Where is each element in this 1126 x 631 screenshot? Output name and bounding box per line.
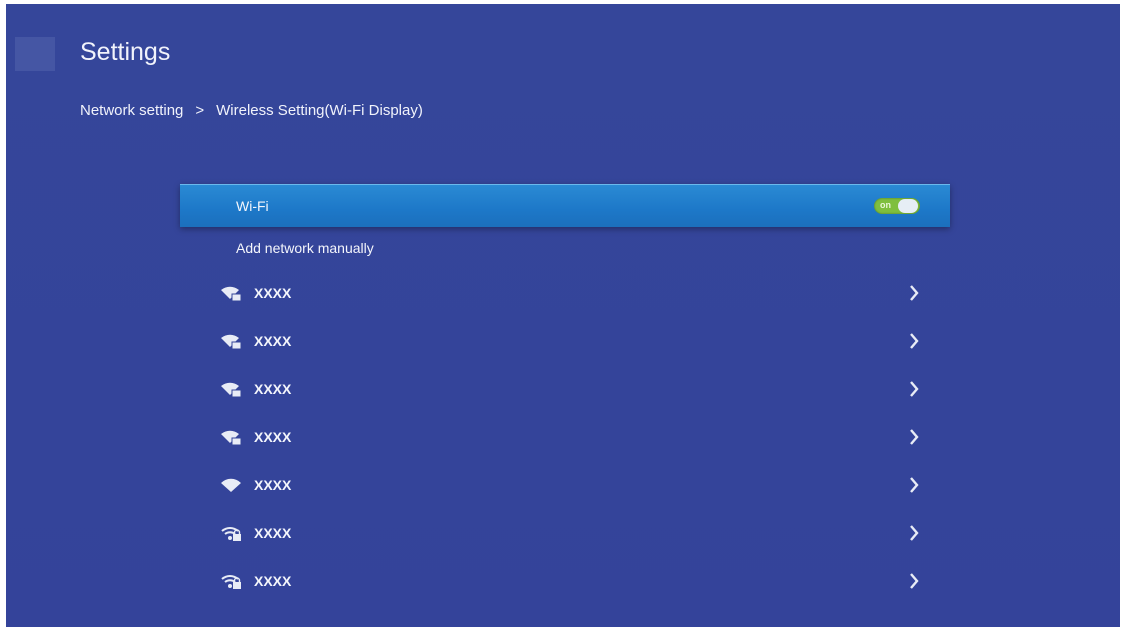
network-name: XXXX bbox=[254, 525, 292, 541]
network-list: XXXX XXXX XXXX XXXX XXXX XXXX XXXX bbox=[180, 269, 950, 605]
chevron-right-icon[interactable] bbox=[908, 428, 920, 446]
network-row[interactable]: XXXX bbox=[180, 269, 950, 317]
network-name: XXXX bbox=[254, 429, 292, 445]
app-logo bbox=[15, 37, 55, 71]
add-network-label: Add network manually bbox=[236, 240, 374, 256]
wifi-locked-icon bbox=[220, 381, 242, 397]
chevron-right-icon[interactable] bbox=[908, 572, 920, 590]
wifi-lock-icon bbox=[220, 525, 242, 541]
wifi-label: Wi-Fi bbox=[236, 198, 269, 214]
breadcrumb: Network setting > Wireless Setting(Wi-Fi… bbox=[80, 102, 423, 119]
wifi-locked-icon bbox=[220, 333, 242, 349]
network-name: XXXX bbox=[254, 285, 292, 301]
chevron-right-icon[interactable] bbox=[908, 524, 920, 542]
wifi-lock-icon bbox=[220, 573, 242, 589]
network-row[interactable]: XXXX bbox=[180, 365, 950, 413]
network-row[interactable]: XXXX bbox=[180, 509, 950, 557]
chevron-right-icon[interactable] bbox=[908, 380, 920, 398]
wifi-toggle-row[interactable]: Wi-Fi on bbox=[180, 184, 950, 227]
wifi-toggle[interactable]: on bbox=[874, 198, 920, 214]
network-row[interactable]: XXXX bbox=[180, 557, 950, 605]
network-row[interactable]: XXXX bbox=[180, 413, 950, 461]
chevron-right-icon[interactable] bbox=[908, 284, 920, 302]
page-title: Settings bbox=[80, 38, 171, 66]
network-row[interactable]: XXXX bbox=[180, 461, 950, 509]
breadcrumb-parent[interactable]: Network setting bbox=[80, 102, 183, 119]
toggle-knob bbox=[898, 199, 918, 213]
chevron-right-icon[interactable] bbox=[908, 476, 920, 494]
network-name: XXXX bbox=[254, 333, 292, 349]
tv-settings-screen: Settings Network setting > Wireless Sett… bbox=[6, 4, 1120, 627]
wifi-locked-icon bbox=[220, 285, 242, 301]
network-name: XXXX bbox=[254, 573, 292, 589]
network-row[interactable]: XXXX bbox=[180, 317, 950, 365]
add-network-row[interactable]: Add network manually bbox=[180, 227, 950, 269]
wifi-settings-list: Wi-Fi on Add network manually XXXX XXXX XX… bbox=[180, 184, 950, 605]
network-name: XXXX bbox=[254, 477, 292, 493]
toggle-state-text: on bbox=[880, 200, 891, 210]
wifi-open-icon bbox=[220, 477, 242, 493]
breadcrumb-current: Wireless Setting(Wi-Fi Display) bbox=[216, 102, 423, 119]
breadcrumb-separator: > bbox=[195, 102, 205, 119]
wifi-locked-icon bbox=[220, 429, 242, 445]
chevron-right-icon[interactable] bbox=[908, 332, 920, 350]
network-name: XXXX bbox=[254, 381, 292, 397]
